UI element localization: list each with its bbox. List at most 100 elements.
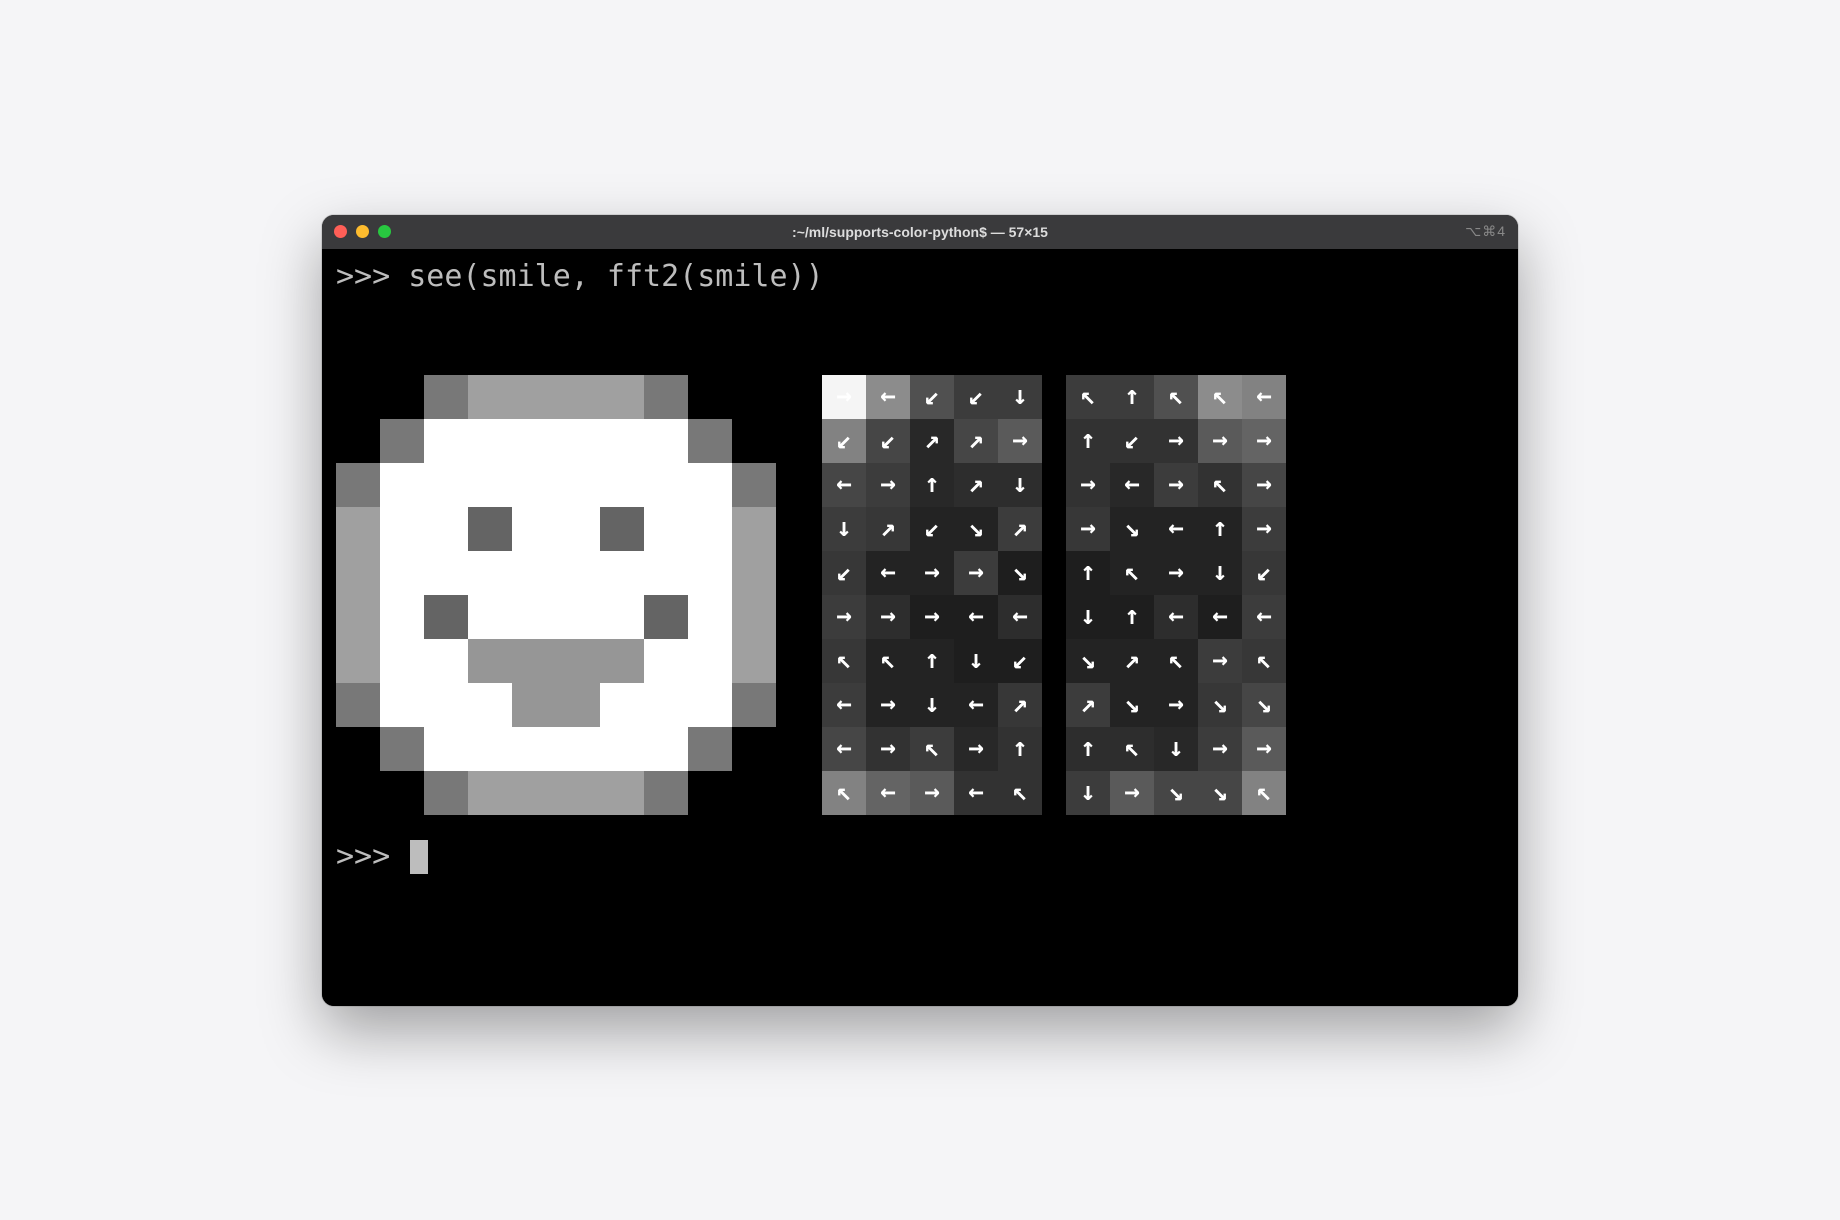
pixel <box>556 683 600 727</box>
pixel <box>424 727 468 771</box>
fft-gap <box>1042 639 1066 683</box>
pixel <box>688 463 732 507</box>
fft-cell: ↘ <box>1066 639 1110 683</box>
fft-cell: ← <box>998 595 1042 639</box>
fft-cell: ↗ <box>998 507 1042 551</box>
titlebar-shortcut-hint: ⌥⌘4 <box>1465 223 1506 240</box>
pixel <box>644 463 688 507</box>
pixel <box>644 727 688 771</box>
pixel <box>732 419 776 463</box>
pixel <box>424 463 468 507</box>
pixel <box>424 639 468 683</box>
pixel <box>336 727 380 771</box>
fft-cell: → <box>1110 771 1154 815</box>
traffic-lights <box>334 225 391 238</box>
pixel <box>732 771 776 815</box>
fft-cell: → <box>1066 463 1110 507</box>
pixel <box>424 595 468 639</box>
fft-gap <box>1042 595 1066 639</box>
fft-cell: → <box>866 727 910 771</box>
pixel <box>556 375 600 419</box>
pixel <box>732 375 776 419</box>
pixel <box>688 595 732 639</box>
fft-cell: ↓ <box>910 683 954 727</box>
terminal-window: :~/ml/supports-color-python$ — 57×15 ⌥⌘4… <box>322 215 1518 1006</box>
fft-cell: ← <box>954 683 998 727</box>
fft-cell: ↙ <box>910 375 954 419</box>
fft-cell: ↑ <box>1066 727 1110 771</box>
pixel <box>424 419 468 463</box>
repl-prompt: >>> <box>336 839 428 875</box>
pixel <box>600 375 644 419</box>
pixel <box>468 727 512 771</box>
fft-cell: ← <box>866 771 910 815</box>
fft-cell: ↑ <box>1110 595 1154 639</box>
pixel <box>600 463 644 507</box>
fft-cell: ↖ <box>1198 375 1242 419</box>
fft-gap <box>1042 375 1066 419</box>
fft-cell: ↖ <box>866 639 910 683</box>
minimize-button[interactable] <box>356 225 369 238</box>
prompt-text: >>> <box>336 839 408 875</box>
pixel <box>600 639 644 683</box>
fft-cell: ↘ <box>1242 683 1286 727</box>
fft-cell: ↗ <box>954 419 998 463</box>
pixel <box>468 463 512 507</box>
fft-cell: ↙ <box>1110 419 1154 463</box>
fft-cell: ↙ <box>822 419 866 463</box>
fft-cell: ↖ <box>1154 375 1198 419</box>
maximize-button[interactable] <box>378 225 391 238</box>
pixel <box>600 507 644 551</box>
fft-cell: ↙ <box>910 507 954 551</box>
terminal-body[interactable]: >>> see(smile, fft2(smile)) →←↙↙↓↖↑↖↖←↙↙… <box>322 249 1518 1006</box>
pixel <box>556 419 600 463</box>
fft-cell: ↖ <box>1242 771 1286 815</box>
pixel <box>468 595 512 639</box>
pixel <box>380 771 424 815</box>
fft-cell: ← <box>1154 507 1198 551</box>
pixel <box>644 771 688 815</box>
fft-cell: → <box>822 375 866 419</box>
fft-cell: ↖ <box>910 727 954 771</box>
fft-cell: → <box>1198 727 1242 771</box>
close-button[interactable] <box>334 225 347 238</box>
fft-cell: ← <box>822 727 866 771</box>
fft-cell: ↙ <box>998 639 1042 683</box>
pixel <box>512 375 556 419</box>
fft-cell: ← <box>1242 595 1286 639</box>
fft-cell: ↘ <box>1198 683 1242 727</box>
pixel <box>468 771 512 815</box>
pixel <box>380 727 424 771</box>
pixel <box>336 771 380 815</box>
pixel <box>688 727 732 771</box>
fft-cell: ↑ <box>1198 507 1242 551</box>
fft-cell: ↗ <box>910 419 954 463</box>
fft-gap <box>1042 507 1066 551</box>
fft-cell: ↓ <box>1198 551 1242 595</box>
fft-gap <box>1042 419 1066 463</box>
fft-cell: ← <box>1154 595 1198 639</box>
pixel <box>512 551 556 595</box>
pixel <box>644 507 688 551</box>
pixel <box>512 683 556 727</box>
pixel <box>512 639 556 683</box>
fft-cell: → <box>1242 419 1286 463</box>
fft-cell: → <box>910 551 954 595</box>
pixel <box>336 419 380 463</box>
fft-cell: → <box>1242 463 1286 507</box>
fft-cell: ↖ <box>998 771 1042 815</box>
fft-gap <box>1042 683 1066 727</box>
fft-cell: ↑ <box>910 463 954 507</box>
pixel <box>512 595 556 639</box>
pixel <box>644 419 688 463</box>
pixel <box>732 463 776 507</box>
pixel <box>468 419 512 463</box>
fft-cell: ↓ <box>1066 771 1110 815</box>
image-smile <box>336 375 776 815</box>
pixel <box>336 463 380 507</box>
fft-cell: ↖ <box>1198 463 1242 507</box>
fft-cell: → <box>998 419 1042 463</box>
fft-cell: ↘ <box>998 551 1042 595</box>
pixel <box>732 507 776 551</box>
fft-cell: ↘ <box>954 507 998 551</box>
